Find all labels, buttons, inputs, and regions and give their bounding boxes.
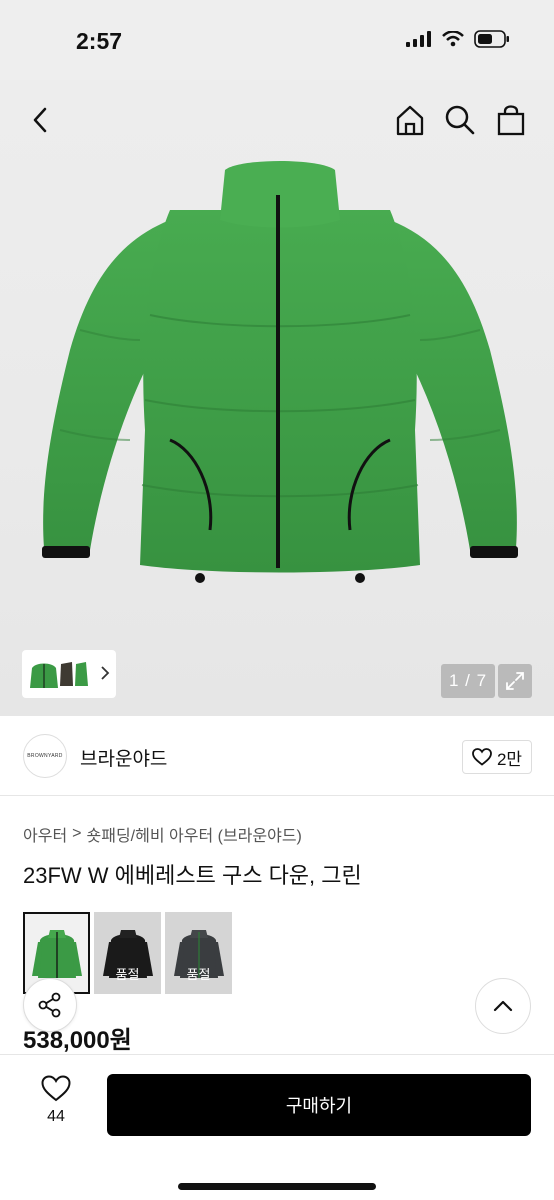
status-bar: 2:57 xyxy=(0,0,554,80)
breadcrumb-separator: > xyxy=(72,825,82,842)
bottom-action-bar: 44 구매하기 xyxy=(0,1054,554,1200)
scroll-top-button[interactable] xyxy=(475,978,531,1034)
buy-button[interactable]: 구매하기 xyxy=(107,1074,531,1136)
home-button[interactable] xyxy=(390,100,430,140)
chevron-left-icon xyxy=(33,107,47,133)
brand-row[interactable]: BROWNYARD 브라운야드 2만 xyxy=(0,716,554,796)
product-image-gallery[interactable]: 1 / 7 xyxy=(0,0,554,716)
expand-button[interactable] xyxy=(498,664,532,698)
status-icons xyxy=(406,30,510,48)
home-icon xyxy=(396,105,424,136)
search-button[interactable] xyxy=(440,100,480,140)
brand-like-button[interactable]: 2만 xyxy=(462,740,532,774)
sold-out-label: 품절 xyxy=(186,967,211,982)
breadcrumb: 아우터 > 숏패딩/헤비 아우터 (브라운야드) xyxy=(23,822,302,846)
brand-name[interactable]: 브라운야드 xyxy=(80,744,167,771)
jacket-thumbnail-green xyxy=(31,930,82,978)
status-time: 2:57 xyxy=(76,28,123,54)
wishlist-count: 44 xyxy=(47,1108,65,1125)
home-indicator xyxy=(178,1183,376,1190)
brand-like-count: 2만 xyxy=(496,749,523,769)
back-button[interactable] xyxy=(20,100,60,140)
brand-logo[interactable]: BROWNYARD xyxy=(23,734,67,778)
wifi-icon xyxy=(442,31,464,47)
color-option-charcoal[interactable]: 품절 xyxy=(165,912,232,994)
battery-icon xyxy=(474,30,509,48)
search-icon xyxy=(445,105,475,135)
breadcrumb-level1[interactable]: 아우터 xyxy=(23,822,67,846)
breadcrumb-level2[interactable]: 숏패딩/헤비 아우터 (브라운야드) xyxy=(87,822,302,846)
sold-out-label: 품절 xyxy=(115,967,140,982)
wishlist-button[interactable]: 44 xyxy=(30,1075,82,1126)
image-counter: 1 / 7 xyxy=(441,664,495,698)
expand-icon xyxy=(506,672,524,690)
product-main-image xyxy=(42,161,518,583)
cellular-signal-icon xyxy=(406,31,431,47)
chevron-right-icon xyxy=(101,666,110,680)
thumbnail-images xyxy=(30,662,88,688)
heart-icon xyxy=(472,748,492,766)
cart-button[interactable] xyxy=(491,100,531,140)
share-icon xyxy=(38,992,61,1018)
heart-icon xyxy=(41,1075,71,1102)
share-button[interactable] xyxy=(23,978,77,1032)
image-thumbnail-strip[interactable] xyxy=(22,650,116,698)
shopping-bag-icon xyxy=(497,105,525,136)
chevron-up-icon xyxy=(493,1000,513,1012)
color-option-black[interactable]: 품절 xyxy=(94,912,161,994)
product-title: 23FW W 에베레스트 구스 다운, 그린 xyxy=(23,863,362,888)
